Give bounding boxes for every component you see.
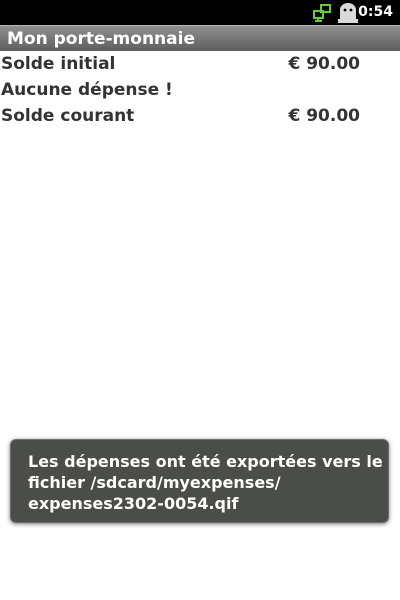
current-balance-value: € 90.00	[288, 106, 360, 126]
initial-balance-row: Solde initial € 90.00	[0, 52, 400, 78]
data-sync-icon	[312, 2, 332, 26]
current-balance-row: Solde courant € 90.00	[0, 104, 400, 130]
toast-line: fichier /sdcard/myexpenses/	[28, 473, 281, 492]
status-bar: 0:54	[0, 0, 400, 25]
initial-balance-value: € 90.00	[288, 54, 360, 74]
page-title: Mon porte-monnaie	[7, 29, 195, 49]
title-bar: Mon porte-monnaie	[0, 25, 400, 51]
toast-line: expenses2302-0054.qif	[28, 494, 239, 513]
no-expense-row: Aucune dépense !	[0, 78, 400, 104]
toast-line: Les dépenses ont été exportées vers le	[28, 452, 383, 471]
current-balance-label: Solde courant	[1, 106, 135, 126]
export-toast: Les dépenses ont été exportées vers le f…	[10, 439, 389, 523]
status-time: 0:54	[358, 4, 393, 20]
initial-balance-label: Solde initial	[1, 54, 116, 74]
no-expense-label: Aucune dépense !	[1, 80, 173, 100]
